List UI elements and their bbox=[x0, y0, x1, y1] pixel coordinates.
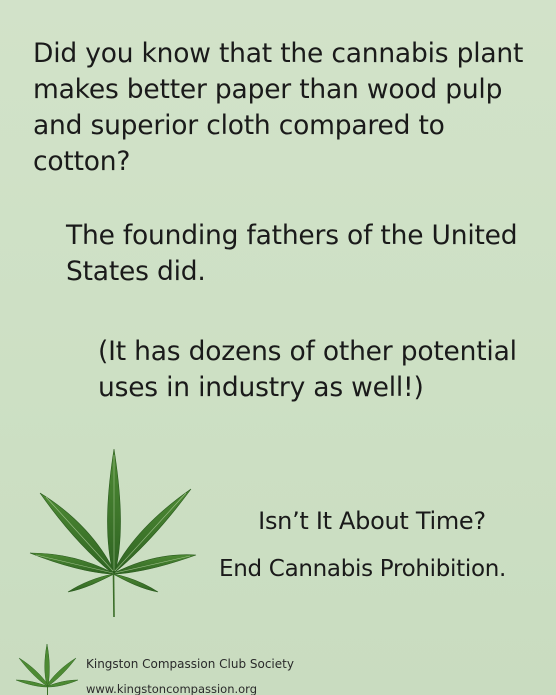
cannabis-leaf-logo-icon bbox=[15, 640, 79, 695]
cannabis-leaf-icon bbox=[28, 445, 198, 620]
cta-question: Isn’t It About Time? bbox=[258, 507, 486, 535]
poster-statement-text: The founding fathers of the United State… bbox=[66, 220, 518, 287]
poster: Did you know that the cannabis plant mak… bbox=[0, 0, 556, 695]
organization-name: Kingston Compassion Club Society bbox=[86, 657, 294, 671]
poster-question-text: Did you know that the cannabis plant mak… bbox=[33, 38, 524, 177]
cta-slogan: End Cannabis Prohibition. bbox=[218, 556, 507, 582]
poster-aside-text: (It has dozens of other potential uses i… bbox=[98, 336, 517, 403]
website-url: www.kingstoncompassion.org bbox=[86, 682, 258, 695]
